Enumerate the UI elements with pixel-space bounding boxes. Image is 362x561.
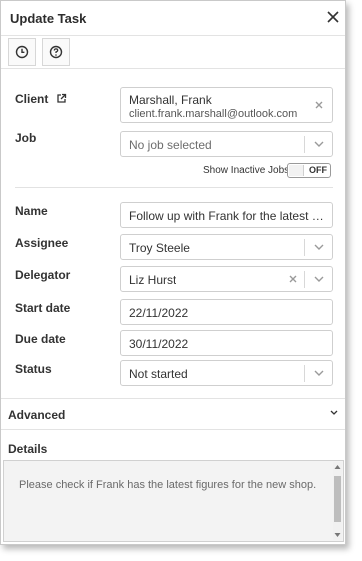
advanced-section-toggle[interactable]: Advanced: [1, 398, 345, 430]
assignee-label: Assignee: [15, 236, 69, 250]
due-date-label: Due date: [15, 332, 66, 346]
client-field[interactable]: Marshall, Frank client.frank.marshall@ou…: [120, 87, 333, 123]
name-label: Name: [15, 204, 48, 218]
chevron-down-icon: [314, 141, 324, 147]
close-button[interactable]: [323, 7, 343, 27]
due-date-value: 30/11/2022: [129, 337, 189, 351]
dialog-toolbar: [1, 36, 345, 69]
status-value: Not started: [129, 367, 188, 381]
client-label-text: Client: [15, 92, 49, 106]
job-select[interactable]: No job selected: [120, 131, 333, 157]
status-label: Status: [15, 362, 52, 376]
start-date-label: Start date: [15, 301, 71, 315]
chevron-down-icon: [314, 276, 324, 282]
update-task-dialog: Update Task Client Marshall, Frank clien…: [0, 0, 346, 545]
details-scrollbar[interactable]: [333, 462, 342, 540]
assignee-select[interactable]: Troy Steele: [120, 234, 333, 260]
show-inactive-jobs-toggle[interactable]: OFF: [287, 163, 331, 178]
due-date-input[interactable]: 30/11/2022: [120, 330, 333, 356]
toggle-knob: [289, 165, 304, 176]
chevron-down-icon: [330, 410, 338, 415]
clear-delegator-icon[interactable]: [288, 274, 298, 284]
client-email: client.frank.marshall@outlook.com: [129, 108, 298, 120]
scroll-up-arrow-icon[interactable]: [334, 464, 341, 470]
scrollbar-thumb[interactable]: [334, 476, 341, 522]
help-button[interactable]: [42, 38, 70, 66]
status-select-divider: [304, 365, 305, 382]
client-label: Client: [15, 92, 67, 106]
section-divider: [15, 187, 333, 188]
clear-client-icon[interactable]: [314, 100, 324, 110]
job-label: Job: [15, 131, 37, 145]
name-input[interactable]: Follow up with Frank for the latest fig.…: [120, 202, 333, 228]
start-date-input[interactable]: 22/11/2022: [120, 299, 333, 325]
show-inactive-jobs-label: Show Inactive Jobs: [203, 165, 290, 176]
status-select[interactable]: Not started: [120, 360, 333, 386]
name-value: Follow up with Frank for the latest fig.…: [129, 209, 325, 223]
job-select-divider: [304, 136, 305, 153]
history-button[interactable]: [8, 38, 36, 66]
job-placeholder: No job selected: [129, 138, 212, 152]
details-textarea[interactable]: Please check if Frank has the latest fig…: [3, 460, 344, 542]
assignee-value: Troy Steele: [129, 241, 190, 255]
toggle-state: OFF: [309, 165, 327, 175]
chevron-down-icon: [314, 370, 324, 376]
details-label: Details: [8, 442, 48, 456]
advanced-label: Advanced: [8, 408, 66, 422]
question-circle-icon: [49, 45, 63, 59]
chevron-down-icon: [314, 244, 324, 250]
scroll-down-arrow-icon[interactable]: [334, 532, 341, 538]
details-text: Please check if Frank has the latest fig…: [19, 479, 317, 491]
delegator-select-divider: [304, 271, 305, 288]
assignee-select-divider: [304, 239, 305, 256]
dialog-header: Update Task: [1, 1, 345, 36]
external-link-icon[interactable]: [56, 93, 67, 104]
clock-icon: [15, 45, 29, 59]
delegator-select[interactable]: Liz Hurst: [120, 266, 333, 292]
client-name: Marshall, Frank: [129, 93, 212, 107]
close-icon: [327, 11, 339, 23]
delegator-value: Liz Hurst: [129, 273, 177, 287]
start-date-value: 22/11/2022: [129, 306, 189, 320]
delegator-label: Delegator: [15, 268, 71, 282]
dialog-title: Update Task: [10, 11, 87, 26]
